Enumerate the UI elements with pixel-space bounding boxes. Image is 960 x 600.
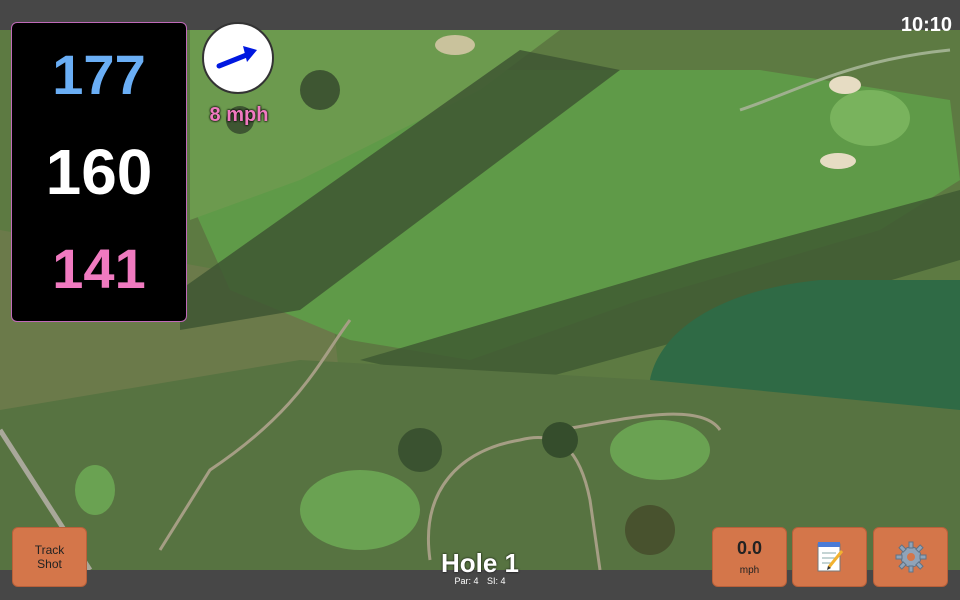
speed-unit: mph xyxy=(739,565,760,576)
distance-panel: 177 160 141 xyxy=(11,22,187,322)
track-shot-button[interactable]: Track Shot xyxy=(12,527,87,587)
track-shot-label-line1: Track xyxy=(34,542,65,557)
wind-direction-arrow-icon xyxy=(216,46,257,69)
wind-speed-label: 8 mph xyxy=(209,104,269,126)
wind-direction-indicator xyxy=(202,22,274,94)
notepad-icon xyxy=(817,542,843,572)
hole-stroke-index: SI: 4 xyxy=(487,576,506,586)
front-of-green-distance: 141 xyxy=(52,236,146,300)
settings-button[interactable] xyxy=(873,527,948,587)
middle-of-green-distance: 160 xyxy=(45,135,153,208)
hole-info: Par: 4 SI: 4 xyxy=(380,576,580,586)
hole-par: Par: 4 xyxy=(454,576,479,586)
speed-value: 0.0 xyxy=(736,538,763,558)
status-clock: 10:10 xyxy=(900,14,952,36)
track-shot-label-line2: Shot xyxy=(37,557,62,571)
hole-title: Hole 1 xyxy=(440,548,520,578)
swing-speed-button[interactable]: 0.0 mph xyxy=(712,527,787,587)
scorecard-notes-button[interactable] xyxy=(792,527,867,587)
back-of-green-distance: 177 xyxy=(52,43,146,107)
gear-icon xyxy=(895,541,926,573)
